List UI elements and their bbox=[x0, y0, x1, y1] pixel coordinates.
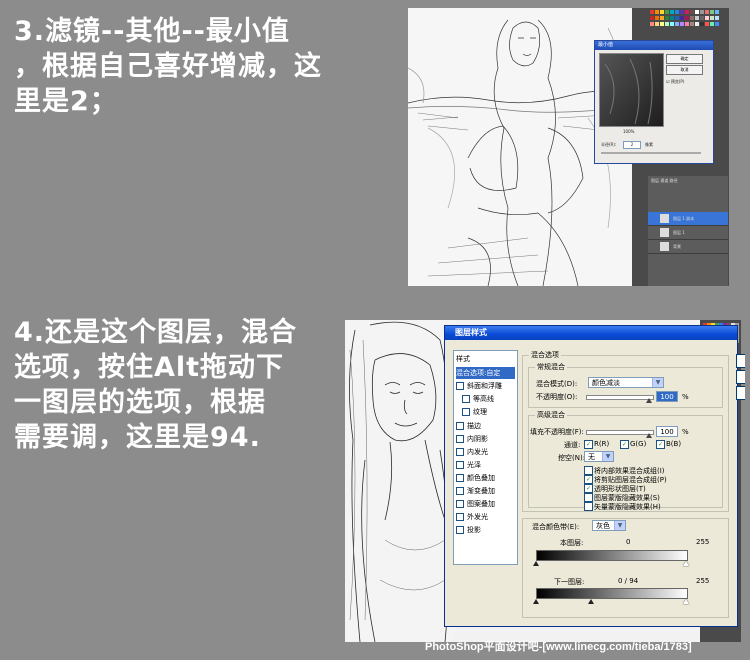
blend-mode-select[interactable]: 颜色减淡 ▼ bbox=[588, 377, 664, 388]
under-layer-gradient bbox=[536, 588, 688, 599]
this-layer-low: 0 bbox=[626, 538, 631, 546]
this-layer-gradient bbox=[536, 550, 688, 561]
under-layer-high: 255 bbox=[696, 577, 710, 585]
caption-line: 里是2； bbox=[14, 86, 118, 117]
zoom-level: 100% bbox=[623, 129, 635, 134]
under-layer-black-slider-right[interactable] bbox=[588, 599, 594, 604]
blend-if-group bbox=[522, 518, 729, 618]
style-item-contour[interactable]: 等高线 bbox=[462, 393, 521, 405]
channels-label: 通道: bbox=[564, 441, 581, 449]
this-layer-high: 255 bbox=[696, 538, 710, 546]
percent-label: % bbox=[682, 393, 689, 401]
sketch-portrait bbox=[345, 320, 455, 642]
channel-g-label: G(G) bbox=[630, 440, 647, 448]
radius-label: 半径(R): bbox=[601, 142, 617, 147]
opacity-slider-thumb[interactable] bbox=[646, 398, 652, 403]
dialog-title: 最小值 bbox=[595, 41, 713, 50]
unit-label: 像素 bbox=[645, 142, 653, 147]
style-item-stroke[interactable]: 描边 bbox=[456, 420, 515, 432]
minimum-filter-dialog: 最小值 确定 取消 ☑ 预览(P) 100% 半径(R): 2 像素 bbox=[594, 40, 714, 164]
option-checkbox[interactable]: ✓ bbox=[584, 484, 593, 493]
style-item-texture[interactable]: 纹理 bbox=[462, 406, 521, 418]
dialog-title: 图层样式 bbox=[445, 326, 737, 340]
advanced-blending-legend: 高级混合 bbox=[537, 411, 565, 419]
option-checkbox[interactable]: ✓ bbox=[584, 475, 593, 484]
layers-panel: 图层 通道 路径 图层 1 副本 图层 1 背景 bbox=[648, 176, 728, 286]
option-checkbox[interactable] bbox=[584, 502, 593, 511]
blend-if-select[interactable]: 灰色 ▼ bbox=[592, 520, 626, 531]
option-checkbox[interactable] bbox=[584, 493, 593, 502]
style-item-outer-glow[interactable]: 外发光 bbox=[456, 511, 515, 523]
style-item-inner-glow[interactable]: 内发光 bbox=[456, 446, 515, 458]
layer-row[interactable]: 背景 bbox=[648, 240, 728, 254]
blend-mode-label: 混合模式(D): bbox=[536, 380, 578, 388]
style-item-satin[interactable]: 光泽 bbox=[456, 459, 515, 471]
layer-row[interactable]: 图层 1 副本 bbox=[648, 212, 728, 226]
chevron-down-icon: ▼ bbox=[652, 378, 663, 387]
knockout-select[interactable]: 无 ▼ bbox=[584, 451, 614, 462]
this-layer-label: 本图层: bbox=[560, 539, 584, 547]
under-layer-low: 0 / 94 bbox=[618, 577, 639, 585]
channel-g-checkbox[interactable]: ✓ bbox=[620, 440, 629, 449]
screenshot-min-filter: 最小值 确定 取消 ☑ 预览(P) 100% 半径(R): 2 像素 图层 通道… bbox=[408, 8, 729, 286]
style-item-inner-shadow[interactable]: 内阴影 bbox=[456, 433, 515, 445]
caption-line: ，根据自己喜好增减，这 bbox=[14, 51, 322, 82]
caption-line: 选项，按住Alt拖动下 bbox=[14, 352, 285, 383]
opacity-slider[interactable] bbox=[586, 395, 654, 400]
caption-line: 需要调，这里是94. bbox=[14, 422, 261, 453]
ok-button[interactable] bbox=[736, 354, 745, 368]
under-layer-white-slider[interactable] bbox=[683, 599, 689, 604]
step3-caption: 3.滤镜--其他--最小值 ，根据自己喜好增减，这 里是2； bbox=[14, 14, 394, 119]
option-checkbox[interactable] bbox=[584, 466, 593, 475]
option-label: 矢量蒙版隐藏效果(H) bbox=[594, 503, 661, 511]
ok-button[interactable]: 确定 bbox=[666, 54, 703, 64]
this-layer-black-slider[interactable] bbox=[533, 561, 539, 566]
style-item-blending-options[interactable]: 混合选项:自定 bbox=[456, 367, 515, 379]
style-item-pattern-overlay[interactable]: 图案叠加 bbox=[456, 498, 515, 510]
blending-options-legend: 混合选项 bbox=[531, 351, 559, 359]
layer-style-dialog: 图层样式 样式 混合选项:自定 斜面和浮雕 等高线 纹理 描边 内阴影 内发光 … bbox=[444, 325, 745, 627]
knockout-label: 挖空(N): bbox=[558, 454, 586, 462]
step4-caption: 4.还是这个图层，混合 选项，按住Alt拖动下 一图层的选项，根据 需要调，这里… bbox=[14, 315, 334, 455]
style-item-drop-shadow[interactable]: 投影 bbox=[456, 524, 515, 536]
caption-line: 一图层的选项，根据 bbox=[14, 387, 266, 418]
preview-checkbox[interactable]: ☑ 预览(P) bbox=[666, 79, 684, 85]
under-layer-black-slider-left[interactable] bbox=[533, 599, 539, 604]
channel-b-checkbox[interactable]: ✓ bbox=[656, 440, 665, 449]
this-layer-white-slider[interactable] bbox=[683, 561, 689, 566]
swatches[interactable] bbox=[650, 10, 728, 32]
caption-line: 4.还是这个图层，混合 bbox=[14, 317, 298, 348]
channel-b-label: B(B) bbox=[666, 440, 682, 448]
under-layer-label: 下一图层: bbox=[554, 578, 585, 586]
blend-if-label: 混合颜色带(E): bbox=[532, 523, 580, 531]
style-item-gradient-overlay[interactable]: 渐变叠加 bbox=[456, 485, 515, 497]
fill-opacity-slider-thumb[interactable] bbox=[646, 433, 652, 438]
style-item-color-overlay[interactable]: 颜色叠加 bbox=[456, 472, 515, 484]
opacity-label: 不透明度(O): bbox=[536, 393, 578, 401]
radius-input[interactable]: 2 bbox=[623, 141, 641, 149]
fill-opacity-label: 填充不透明度(F): bbox=[530, 428, 584, 436]
watermark: PhotoShop平面设计吧-[www.linecg.com/tieba/178… bbox=[425, 641, 692, 653]
style-item-bevel-emboss[interactable]: 斜面和浮雕 bbox=[456, 380, 515, 392]
caption-line: 3.滤镜--其他--最小值 bbox=[14, 16, 290, 47]
channel-r-checkbox[interactable]: ✓ bbox=[584, 440, 593, 449]
opacity-input[interactable]: 100 bbox=[656, 391, 678, 402]
filter-preview[interactable] bbox=[599, 53, 664, 127]
cancel-button[interactable]: 取消 bbox=[666, 65, 703, 75]
styles-header[interactable]: 样式 bbox=[456, 353, 515, 365]
layers-tabs[interactable]: 图层 通道 路径 bbox=[651, 178, 678, 184]
fill-opacity-input[interactable]: 100 bbox=[656, 426, 678, 437]
percent-label: % bbox=[682, 428, 689, 436]
layer-row[interactable]: 图层 1 bbox=[648, 226, 728, 240]
cancel-button[interactable] bbox=[736, 370, 745, 384]
styles-list: 样式 混合选项:自定 斜面和浮雕 等高线 纹理 描边 内阴影 内发光 光泽 颜色… bbox=[453, 350, 518, 565]
new-style-button[interactable] bbox=[736, 386, 745, 400]
general-blending-legend: 常规混合 bbox=[537, 363, 565, 371]
chevron-down-icon: ▼ bbox=[602, 452, 613, 461]
channel-r-label: R(R) bbox=[594, 440, 610, 448]
radius-slider[interactable] bbox=[601, 152, 701, 154]
fill-opacity-slider[interactable] bbox=[586, 430, 654, 435]
chevron-down-icon: ▼ bbox=[614, 521, 625, 530]
blending-options-area: 混合选项 常规混合 混合模式(D): 颜色减淡 ▼ 不透明度(O): 100 % … bbox=[522, 350, 729, 618]
